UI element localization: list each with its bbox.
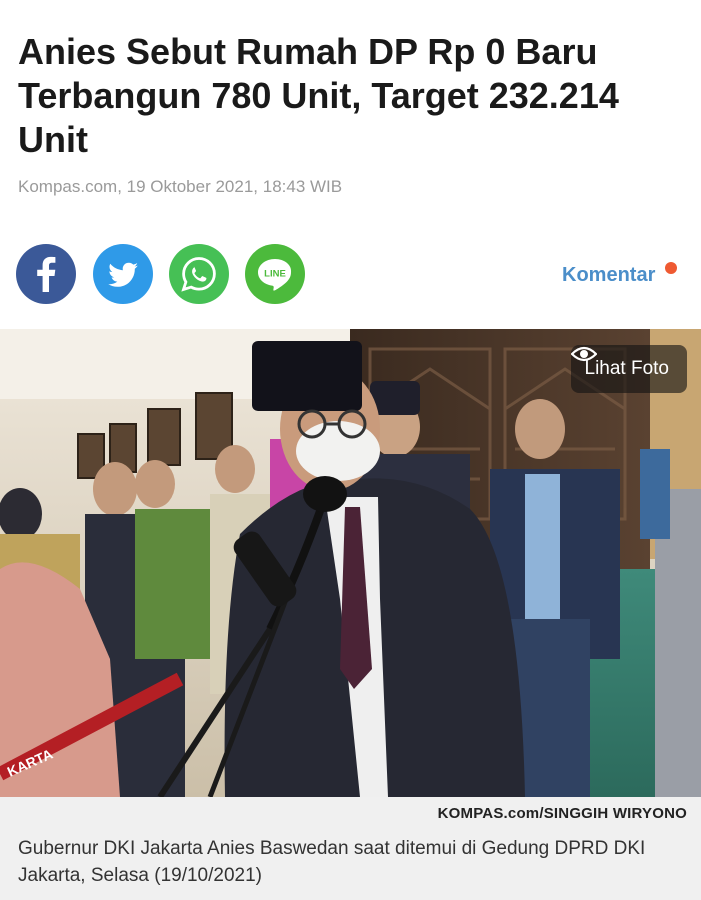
lihat-foto-button[interactable]: Lihat Foto — [570, 345, 687, 393]
line-icon: LINE — [258, 259, 292, 291]
article-headline: Anies Sebut Rumah DP Rp 0 Baru Terbangun… — [18, 31, 619, 160]
facebook-icon — [37, 256, 56, 292]
whatsapp-share-button[interactable] — [169, 244, 229, 304]
eye-icon — [570, 346, 597, 362]
article-source-date: Kompas.com, 19 Oktober 2021, 18:43 WIB — [18, 177, 343, 196]
photo-credit: KOMPAS.com/SINGGIH WIRYONO — [437, 805, 687, 822]
whatsapp-icon — [181, 257, 216, 292]
photo-caption: Gubernur DKI Jakarta Anies Baswedan saat… — [18, 838, 646, 886]
photo-illustration: KARTA — [0, 329, 701, 797]
line-share-button[interactable]: LINE — [245, 244, 305, 304]
photo-caption-box: KOMPAS.com/SINGGIH WIRYONO Gubernur DKI … — [0, 797, 701, 900]
komentar-link[interactable]: Komentar — [562, 264, 655, 287]
facebook-share-button[interactable] — [16, 244, 76, 304]
share-bar: LINE Komentar — [16, 244, 686, 304]
line-icon-label: LINE — [264, 269, 286, 280]
komentar-notification-dot — [665, 262, 677, 274]
twitter-icon — [108, 262, 138, 287]
twitter-share-button[interactable] — [93, 244, 153, 304]
lihat-foto-label: Lihat Foto — [584, 358, 670, 379]
article-photo[interactable]: KARTA Lihat Foto — [0, 329, 701, 797]
